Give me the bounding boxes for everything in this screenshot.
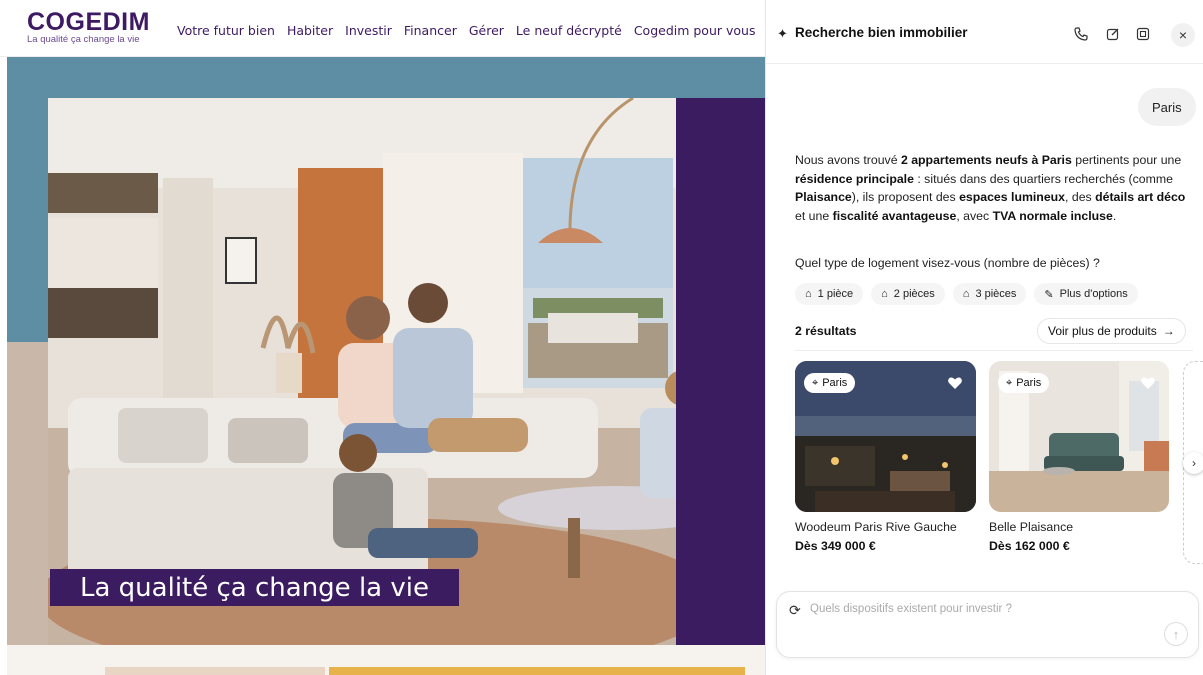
chevron-right-icon[interactable]: ›: [1183, 452, 1203, 474]
answer-text: , avec: [956, 208, 993, 223]
location-label: Paris: [1016, 377, 1042, 389]
sparkle-icon: ⟳: [789, 602, 801, 618]
chip-1-piece[interactable]: ⌂ 1 pièce: [795, 283, 864, 305]
product-price: Dès 349 000 €: [795, 539, 876, 553]
message-composer: ⟳ ↑: [776, 591, 1199, 658]
answer-text: Nous avons trouvé: [795, 153, 901, 167]
phone-icon[interactable]: [1070, 23, 1092, 45]
website-area: COGEDIM La qualité ça change la vie Votr…: [0, 0, 765, 675]
panel-header: ✦ Recherche bien immobilier ×: [766, 0, 1203, 64]
nav-habiter[interactable]: Habiter: [287, 23, 333, 38]
hero-caption-text: La qualité ça change la vie: [80, 572, 429, 603]
product-card[interactable]: ⌖ Paris Belle Plaisance Dès 162 000 €: [989, 361, 1169, 553]
chip-2-pieces[interactable]: ⌂ 2 pièces: [871, 283, 945, 305]
chip-label: Plus d'options: [1059, 288, 1128, 300]
chip-more-options[interactable]: ✎ Plus d'options: [1034, 283, 1138, 305]
main-nav: Votre futur bien Habiter Investir Financ…: [177, 23, 755, 38]
hero-caption: La qualité ça change la vie: [50, 569, 459, 606]
assistant-question: Quel type de logement visez-vous (nombre…: [795, 256, 1100, 270]
hero-image: [48, 98, 676, 645]
answer-text: , des: [1065, 190, 1096, 204]
chat-panel: ✦ Recherche bien immobilier × Paris Nous…: [765, 0, 1203, 675]
logo[interactable]: COGEDIM La qualité ça change la vie: [27, 10, 150, 46]
answer-bold: 2 appartements neufs à Paris: [900, 153, 1072, 167]
pin-icon: ⌖: [1006, 376, 1013, 389]
hero-purple-block: [676, 98, 765, 645]
answer-bold: détails art déco: [1095, 190, 1186, 204]
heart-icon[interactable]: [1139, 374, 1157, 392]
send-button[interactable]: ↑: [1164, 622, 1188, 646]
answer-bold: TVA normale incluse: [992, 208, 1113, 223]
chip-label: 2 pièces: [893, 288, 935, 300]
answer-bold: résidence principale: [795, 171, 914, 186]
promo-banner[interactable]: [329, 667, 745, 675]
sparkle-icon: ✦: [777, 26, 788, 41]
more-products-button[interactable]: Voir plus de produits →: [1037, 318, 1186, 344]
chip-label: 1 pièce: [817, 288, 854, 300]
product-card[interactable]: ⌖ Paris Woodeum Paris Rive Gauche Dès 34…: [795, 361, 976, 553]
assistant-answer: Nous avons trouvé 2 appartements neufs à…: [795, 151, 1190, 225]
answer-text: et une: [795, 208, 833, 223]
chip-label: 3 pièces: [975, 288, 1017, 300]
message-input[interactable]: [810, 603, 1150, 615]
product-name: Woodeum Paris Rive Gauche: [795, 520, 957, 534]
promo-tile[interactable]: [105, 667, 325, 675]
pin-icon: ⌖: [812, 376, 819, 389]
panel-title: Recherche bien immobilier: [795, 25, 968, 40]
answer-text: ), ils proposent des: [851, 190, 960, 204]
answer-bold: Plaisance: [795, 190, 852, 204]
edit-icon[interactable]: [1102, 23, 1124, 45]
answer-text: .: [1112, 208, 1117, 223]
location-pill: ⌖ Paris: [998, 373, 1050, 393]
page: COGEDIM La qualité ça change la vie Votr…: [0, 0, 1203, 675]
arrow-right-icon: →: [1162, 324, 1175, 338]
hero-bottom-strip: [7, 645, 765, 675]
nav-le-neuf-decrypte[interactable]: Le neuf décrypté: [516, 23, 622, 38]
site-header: COGEDIM La qualité ça change la vie Votr…: [0, 0, 765, 57]
location-label: Paris: [822, 377, 848, 389]
product-price: Dès 162 000 €: [989, 539, 1070, 553]
answer-text: pertinents pour une: [1071, 153, 1182, 167]
pencil-icon: ✎: [1044, 288, 1054, 301]
close-icon[interactable]: ×: [1171, 23, 1195, 47]
more-products-label: Voir plus de produits: [1048, 324, 1157, 338]
nav-cogedim-pour-vous[interactable]: Cogedim pour vous: [634, 23, 756, 38]
answer-bold: fiscalité avantageuse: [832, 208, 957, 223]
answer-text: : situés dans des quartiers recherchés (…: [913, 171, 1173, 186]
user-message: Paris: [1138, 88, 1196, 126]
home-icon: ⌂: [962, 288, 970, 300]
expand-icon[interactable]: [1132, 23, 1154, 45]
product-image: ⌖ Paris: [989, 361, 1169, 512]
product-image: ⌖ Paris: [795, 361, 976, 512]
heart-icon[interactable]: [946, 374, 964, 392]
nav-investir[interactable]: Investir: [345, 23, 392, 38]
suggestion-chips: ⌂ 1 pièce ⌂ 2 pièces ⌂ 3 pièces ✎ Plus d'opt…: [795, 283, 1138, 305]
location-pill: ⌖ Paris: [804, 373, 856, 393]
home-icon: ⌂: [881, 288, 888, 300]
nav-votre-futur-bien[interactable]: Votre futur bien: [177, 23, 275, 38]
answer-bold: espaces lumineux: [959, 190, 1066, 204]
nav-gerer[interactable]: Gérer: [469, 23, 504, 38]
results-count: 2 résultats: [795, 324, 857, 338]
product-name: Belle Plaisance: [989, 520, 1074, 534]
home-icon: ⌂: [805, 288, 812, 300]
chip-3-pieces[interactable]: ⌂ 3 pièces: [952, 283, 1027, 305]
logo-tagline: La qualité ça change la vie: [27, 34, 140, 45]
logo-word: COGEDIM: [27, 8, 150, 36]
divider: [795, 350, 1193, 351]
nav-financer[interactable]: Financer: [404, 23, 457, 38]
